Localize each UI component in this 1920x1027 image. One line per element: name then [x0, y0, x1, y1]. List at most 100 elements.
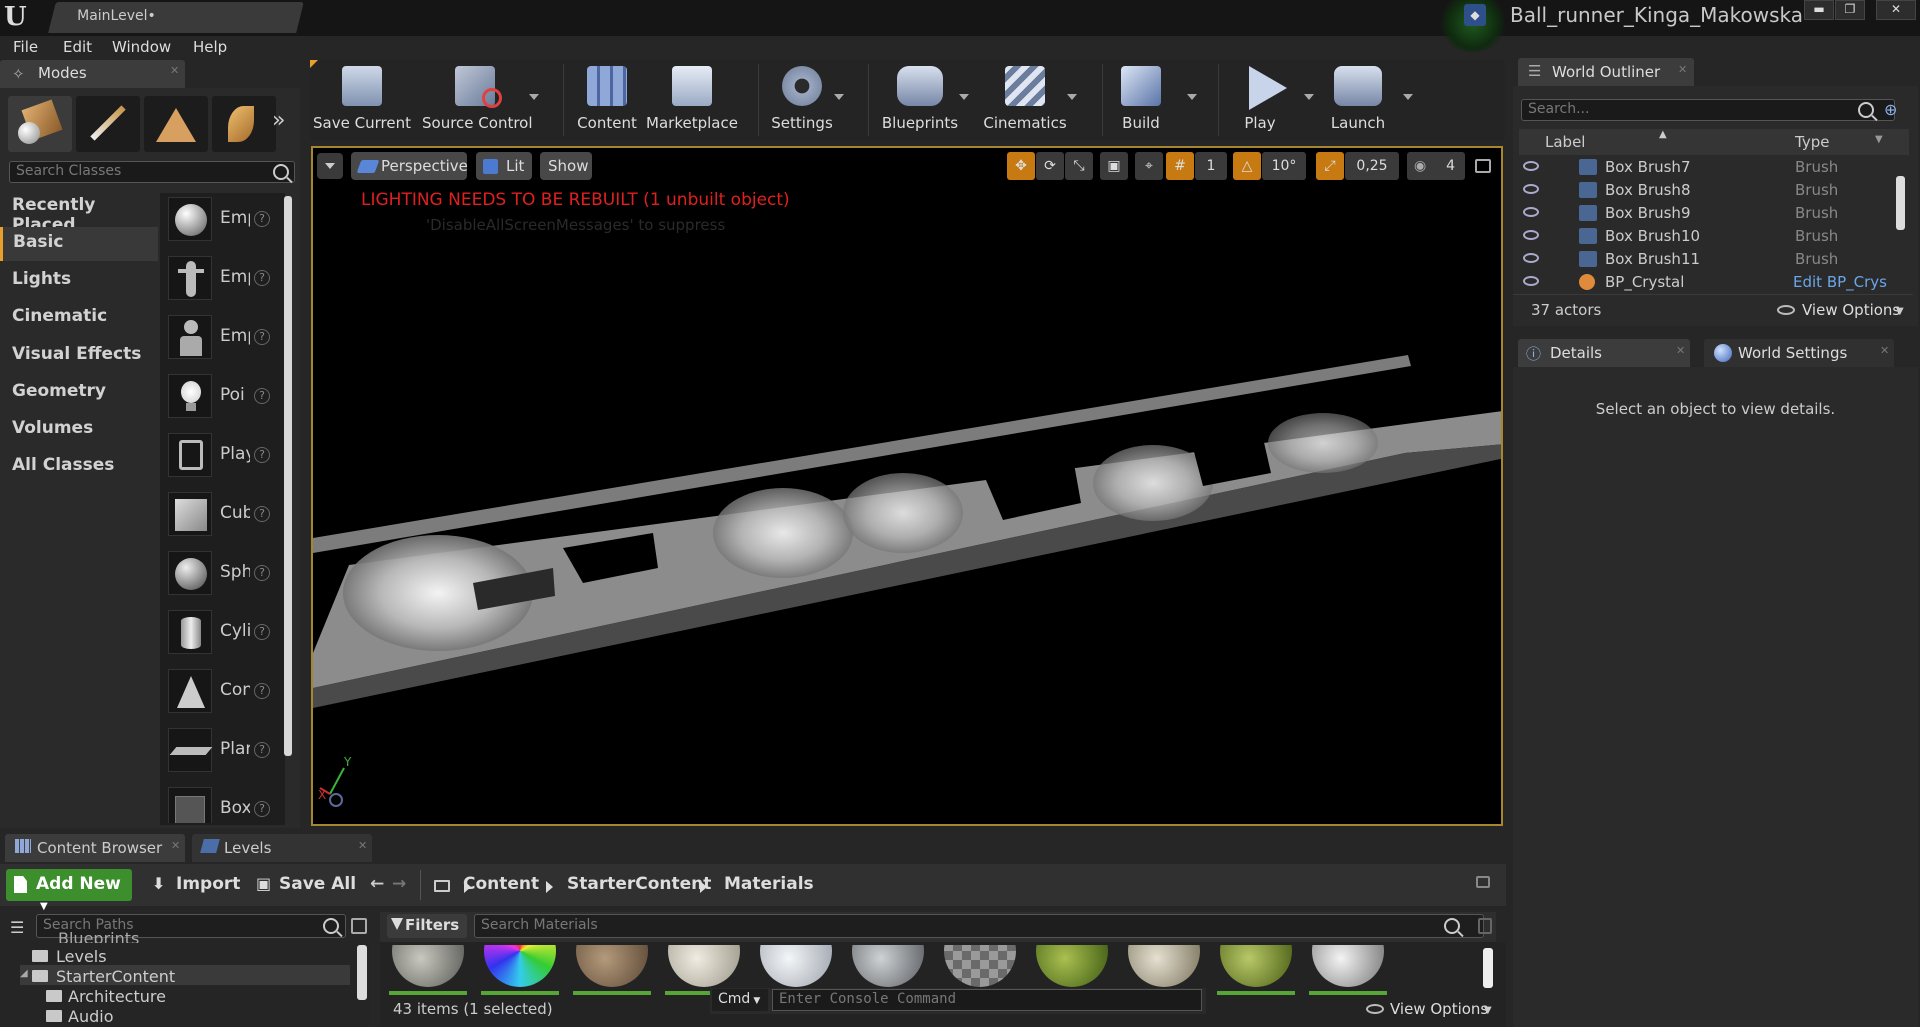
foliage-mode-button[interactable]	[212, 96, 276, 152]
asset-scrollbar[interactable]	[1483, 948, 1493, 988]
add-new-button[interactable]: Add New ▼	[6, 869, 132, 912]
cinematics-button[interactable]: Cinematics	[975, 64, 1075, 138]
console-command-input[interactable]: Enter Console Command	[772, 989, 1202, 1011]
category-volumes[interactable]: Volumes	[0, 413, 158, 447]
landscape-mode-button[interactable]	[144, 96, 208, 152]
material-asset-tile[interactable]	[1309, 945, 1387, 995]
placeable-list-scrollbar[interactable]	[284, 196, 292, 756]
edit-blueprint-link[interactable]: Edit BP_Crys	[1793, 273, 1887, 291]
translate-tool-button[interactable]: ✥	[1007, 152, 1035, 180]
place-mode-button[interactable]	[8, 96, 72, 152]
blueprints-dropdown-icon[interactable]	[959, 94, 969, 100]
label-column-header[interactable]: Label	[1545, 133, 1585, 151]
material-asset-tile[interactable]	[573, 945, 651, 995]
world-outliner-tab[interactable]: ☰ World Outliner ✕	[1518, 58, 1694, 86]
help-icon[interactable]: ?	[254, 388, 270, 404]
outliner-view-options[interactable]: View Options	[1802, 301, 1900, 319]
rotation-snap-toggle-icon[interactable]: △	[1233, 152, 1261, 180]
outliner-row[interactable]: Box Brush10 Brush	[1519, 225, 1909, 248]
place-item-box-trigger[interactable]: Box?	[166, 783, 276, 823]
menu-edit[interactable]: Edit	[63, 38, 92, 56]
cmd-dropdown[interactable]: Cmd ▼	[712, 989, 768, 1011]
help-icon[interactable]: ?	[254, 742, 270, 758]
forward-arrow-icon[interactable]: →	[392, 874, 406, 894]
help-icon[interactable]: ?	[254, 211, 270, 227]
build-button[interactable]: Build	[1091, 64, 1191, 138]
outliner-row[interactable]: Box Brush11 Brush	[1519, 248, 1909, 271]
place-item-player-start[interactable]: Play?	[166, 429, 276, 483]
project-badge-icon[interactable]: ◆	[1464, 4, 1486, 26]
build-dropdown-icon[interactable]	[1187, 94, 1197, 100]
marketplace-button[interactable]: Marketplace	[642, 64, 742, 138]
outliner-row[interactable]: BP_Crystal Edit BP_Crys	[1519, 271, 1909, 291]
place-item-cone[interactable]: Con?	[166, 665, 276, 719]
close-tab-icon[interactable]: ✕	[1880, 344, 1889, 357]
menu-file[interactable]: File	[13, 38, 38, 56]
visibility-eye-icon[interactable]	[1523, 230, 1539, 240]
visibility-eye-icon[interactable]	[1523, 207, 1539, 217]
add-actor-icon[interactable]: ⊕	[1884, 100, 1906, 122]
breadcrumb-content[interactable]: Content	[463, 874, 539, 894]
source-control-button[interactable]: Source Control	[422, 64, 533, 138]
rotate-tool-button[interactable]: ⟳	[1036, 152, 1064, 180]
close-tab-icon[interactable]: ✕	[1678, 63, 1687, 76]
modes-tab[interactable]: ✧ Modes ✕	[0, 60, 185, 88]
viewport-options-button[interactable]	[317, 153, 343, 179]
source-control-dropdown-icon[interactable]	[529, 94, 539, 100]
help-icon[interactable]: ?	[254, 506, 270, 522]
maximize-button[interactable]: ❐	[1835, 0, 1865, 20]
place-item-sphere[interactable]: Sph?	[166, 547, 276, 601]
help-icon[interactable]: ?	[254, 801, 270, 817]
search-classes-input[interactable]: Search Classes	[9, 161, 295, 183]
settings-dropdown-icon[interactable]	[834, 94, 844, 100]
outliner-scrollbar[interactable]	[1896, 176, 1905, 230]
scale-snap-toggle-icon[interactable]: ⤢	[1316, 152, 1344, 180]
menu-window[interactable]: Window	[112, 38, 171, 56]
outliner-search-input[interactable]: Search...	[1521, 99, 1895, 121]
tree-item-audio[interactable]: Audio	[68, 1007, 113, 1027]
play-button[interactable]: Play	[1210, 64, 1310, 138]
category-cinematic[interactable]: Cinematic	[0, 301, 158, 335]
close-button[interactable]: ✕	[1876, 0, 1916, 20]
help-icon[interactable]: ?	[254, 683, 270, 699]
category-recently-placed[interactable]: Recently Placed	[0, 190, 158, 235]
category-geometry[interactable]: Geometry	[0, 376, 158, 410]
grid-snap-value[interactable]: 1	[1195, 152, 1227, 180]
category-basic[interactable]: Basic	[0, 227, 158, 261]
tree-item-architecture[interactable]: Architecture	[68, 987, 166, 1007]
world-local-toggle-icon[interactable]: ▣	[1100, 152, 1128, 180]
place-item-cube[interactable]: Cub?	[166, 488, 276, 542]
save-search-icon[interactable]	[1478, 918, 1492, 934]
filters-button[interactable]: Filters ▼	[387, 914, 467, 951]
surface-snap-icon[interactable]: ⌖	[1135, 152, 1163, 180]
menu-help[interactable]: Help	[193, 38, 227, 56]
breadcrumb-startercontent[interactable]: StarterContent	[567, 874, 711, 894]
category-lights[interactable]: Lights	[0, 264, 158, 298]
outliner-row[interactable]: Box Brush9 Brush	[1519, 202, 1909, 225]
save-all-button[interactable]: Save All	[279, 874, 356, 894]
import-button[interactable]: Import	[176, 874, 240, 894]
category-visual-effects[interactable]: Visual Effects	[0, 339, 158, 373]
outliner-row[interactable]: Box Brush8 Brush	[1519, 179, 1909, 202]
place-item-point-light[interactable]: Poi?	[166, 370, 276, 424]
place-item-empty-actor[interactable]: Emp?	[166, 193, 276, 247]
close-tab-icon[interactable]: ✕	[171, 839, 180, 852]
content-view-options[interactable]: View Options	[1390, 1000, 1488, 1018]
grid-snap-toggle-icon[interactable]: #	[1166, 152, 1194, 180]
lock-icon[interactable]	[1476, 876, 1490, 888]
minimize-button[interactable]: ▬	[1804, 0, 1834, 20]
close-tab-icon[interactable]: ✕	[170, 64, 179, 77]
search-materials-input[interactable]: Search Materials	[474, 914, 1484, 938]
outliner-row[interactable]: Box Brush7 Brush	[1519, 156, 1909, 179]
show-button[interactable]: Show	[540, 152, 592, 180]
visibility-eye-icon[interactable]	[1523, 253, 1539, 263]
breadcrumb-materials[interactable]: Materials	[724, 874, 814, 894]
place-item-empty-pawn[interactable]: Emp?	[166, 311, 276, 365]
maximize-viewport-icon[interactable]	[1475, 159, 1491, 173]
place-item-cylinder[interactable]: Cyli?	[166, 606, 276, 660]
material-asset-tile[interactable]	[389, 945, 467, 995]
category-all-classes[interactable]: All Classes	[0, 450, 158, 484]
place-item-plane[interactable]: Plar?	[166, 724, 276, 778]
close-tab-icon[interactable]: ✕	[358, 839, 367, 852]
help-icon[interactable]: ?	[254, 624, 270, 640]
